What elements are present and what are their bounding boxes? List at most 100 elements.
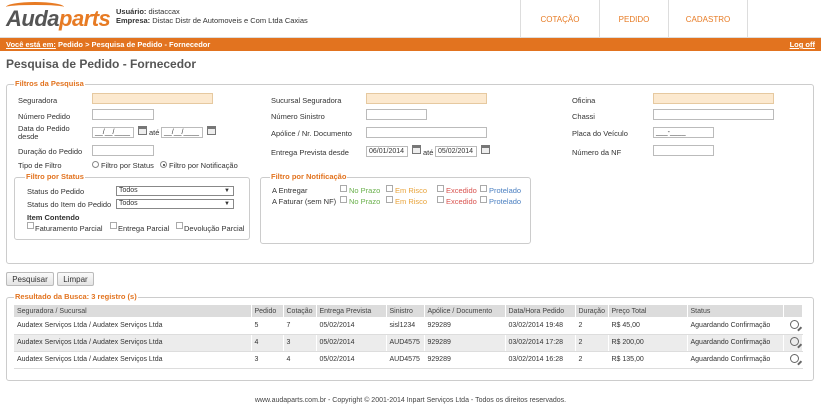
checkbox-faturamento-parcial[interactable] <box>27 222 34 229</box>
table-row[interactable]: Audatex Serviços Ltda / Audatex Serviços… <box>14 351 803 369</box>
entrega-prevista-label: Entrega Prevista desde <box>271 148 349 157</box>
table-cell: 05/02/2014 <box>316 351 387 369</box>
notif-option-label: No Prazo <box>349 186 381 195</box>
entrega-ate-input[interactable]: 05/02/2014 <box>435 146 477 157</box>
data-pedido-from-input[interactable]: __/__/____ <box>92 127 134 138</box>
chassi-input[interactable] <box>653 109 774 120</box>
breadcrumb: Você está em: Pedido > Pesquisa de Pedid… <box>6 40 210 49</box>
notif-checkbox[interactable] <box>386 196 393 203</box>
table-cell: R$ 135,00 <box>608 351 688 369</box>
notif-checkbox[interactable] <box>480 185 487 192</box>
column-header[interactable]: Preço Total <box>608 305 688 317</box>
placa-label: Placa do Veículo <box>572 129 628 138</box>
entrega-parcial-label: Entrega Parcial <box>118 224 170 233</box>
magnifier-icon[interactable] <box>789 337 799 346</box>
table-cell: 03/02/2014 17:28 <box>505 334 576 352</box>
status-item-label: Status do Item do Pedido <box>27 200 112 209</box>
breadcrumb-path[interactable]: Pedido > Pesquisa de Pedido - Fornecedor <box>58 40 210 49</box>
calendar-icon[interactable] <box>481 145 490 154</box>
nav-cotacao[interactable]: COTAÇÃO <box>520 0 599 38</box>
notif-row-label: A Faturar (sem NF) <box>272 197 337 206</box>
table-cell: AUD4575 <box>386 334 425 352</box>
table-cell: 05/02/2014 <box>316 317 387 335</box>
notif-option-label: Excedido <box>446 197 477 206</box>
numero-pedido-input[interactable] <box>92 109 154 120</box>
column-header-actions <box>783 305 803 317</box>
column-header[interactable]: Data/Hora Pedido <box>505 305 576 317</box>
breadcrumb-bar: Você está em: Pedido > Pesquisa de Pedid… <box>0 38 821 51</box>
notif-option-label: Protelado <box>489 197 522 206</box>
column-header[interactable]: Entrega Prevista <box>316 305 387 317</box>
duracao-pedido-input[interactable] <box>92 145 154 156</box>
table-cell: 7 <box>283 317 317 335</box>
results-legend: Resultado da Busca: 3 registro (s) <box>14 292 138 301</box>
nav-cadastro[interactable]: CADASTRO <box>668 0 748 38</box>
status-pedido-select[interactable]: Todos ▼ <box>116 186 234 196</box>
notif-checkbox[interactable] <box>437 185 444 192</box>
radio-filtro-status-label: Filtro por Status <box>101 161 154 170</box>
table-cell: 2 <box>575 317 609 335</box>
results-table: Seguradora / Sucursal Pedido Cotação Entreg… <box>14 305 803 369</box>
logo[interactable]: Audaparts <box>6 6 111 32</box>
table-cell: Aguardando Confirmação <box>687 334 784 352</box>
column-header[interactable]: Sinistro <box>386 305 425 317</box>
notif-checkbox[interactable] <box>340 185 347 192</box>
notif-option-label: Excedido <box>446 186 477 195</box>
column-header[interactable]: Status <box>687 305 784 317</box>
data-pedido-to-input[interactable]: __/__/____ <box>161 127 203 138</box>
table-cell: 2 <box>575 351 609 369</box>
clear-button[interactable]: Limpar <box>57 272 94 286</box>
filters-legend: Filtros da Pesquisa <box>14 79 85 88</box>
magnifier-icon[interactable] <box>789 319 799 329</box>
column-header[interactable]: Duração <box>575 305 609 317</box>
sucursal-input[interactable] <box>366 93 487 104</box>
notif-checkbox[interactable] <box>340 196 347 203</box>
company-value: Distac Distr de Automoveis e Com Ltda Ca… <box>152 16 308 25</box>
notif-checkbox[interactable] <box>480 196 487 203</box>
column-header[interactable]: Seguradora / Sucursal <box>14 305 252 317</box>
notif-checkbox[interactable] <box>437 196 444 203</box>
user-label: Usuário: <box>116 7 147 16</box>
notif-option-label: Protelado <box>489 186 522 195</box>
oficina-label: Oficina <box>572 96 596 105</box>
calendar-icon[interactable] <box>138 126 147 135</box>
apolice-label: Apólice / Nr. Documento <box>271 129 352 138</box>
column-header[interactable]: Cotação <box>283 305 317 317</box>
status-item-select[interactable]: Todos ▼ <box>116 199 234 209</box>
table-cell: 929289 <box>424 334 506 352</box>
numero-sinistro-input[interactable] <box>366 109 427 120</box>
radio-filtro-notificacao[interactable] <box>160 161 167 168</box>
item-contendo-label: Item Contendo <box>27 213 80 222</box>
numero-nf-label: Número da NF <box>572 148 622 157</box>
column-header[interactable]: Pedido <box>251 305 284 317</box>
column-header[interactable]: Apólice / Documento <box>424 305 506 317</box>
calendar-icon[interactable] <box>207 126 216 135</box>
table-cell: R$ 200,00 <box>608 334 688 352</box>
entrega-desde-input[interactable]: 06/01/2014 <box>366 146 408 157</box>
checkbox-entrega-parcial[interactable] <box>110 222 117 229</box>
table-cell: sisl1234 <box>386 317 425 335</box>
status-pedido-label: Status do Pedido <box>27 187 85 196</box>
radio-filtro-status[interactable] <box>92 161 99 168</box>
apolice-input[interactable] <box>366 127 487 138</box>
seguradora-input[interactable] <box>92 93 213 104</box>
numero-nf-input[interactable] <box>653 145 714 156</box>
magnifier-icon[interactable] <box>789 354 799 363</box>
placa-input[interactable]: ___-____ <box>653 127 714 138</box>
faturamento-parcial-label: Faturamento Parcial <box>35 224 103 233</box>
table-cell: Audatex Serviços Ltda / Audatex Serviços… <box>14 351 252 369</box>
nav-pedido[interactable]: PEDIDO <box>599 0 668 38</box>
table-row[interactable]: Audatex Serviços Ltda / Audatex Serviços… <box>14 317 803 335</box>
table-cell: 05/02/2014 <box>316 334 387 352</box>
logoff-link[interactable]: Log off <box>790 40 815 49</box>
notification-filter-legend: Filtro por Notificação <box>270 172 348 181</box>
table-row[interactable]: Audatex Serviços Ltda / Audatex Serviços… <box>14 334 803 352</box>
oficina-input[interactable] <box>653 93 774 104</box>
checkbox-devolucao-parcial[interactable] <box>176 222 183 229</box>
table-cell: 03/02/2014 16:28 <box>505 351 576 369</box>
tipo-filtro-label: Tipo de Filtro <box>18 161 62 170</box>
search-button[interactable]: Pesquisar <box>6 272 54 286</box>
notif-checkbox[interactable] <box>386 185 393 192</box>
table-cell: R$ 45,00 <box>608 317 688 335</box>
calendar-icon[interactable] <box>412 145 421 154</box>
